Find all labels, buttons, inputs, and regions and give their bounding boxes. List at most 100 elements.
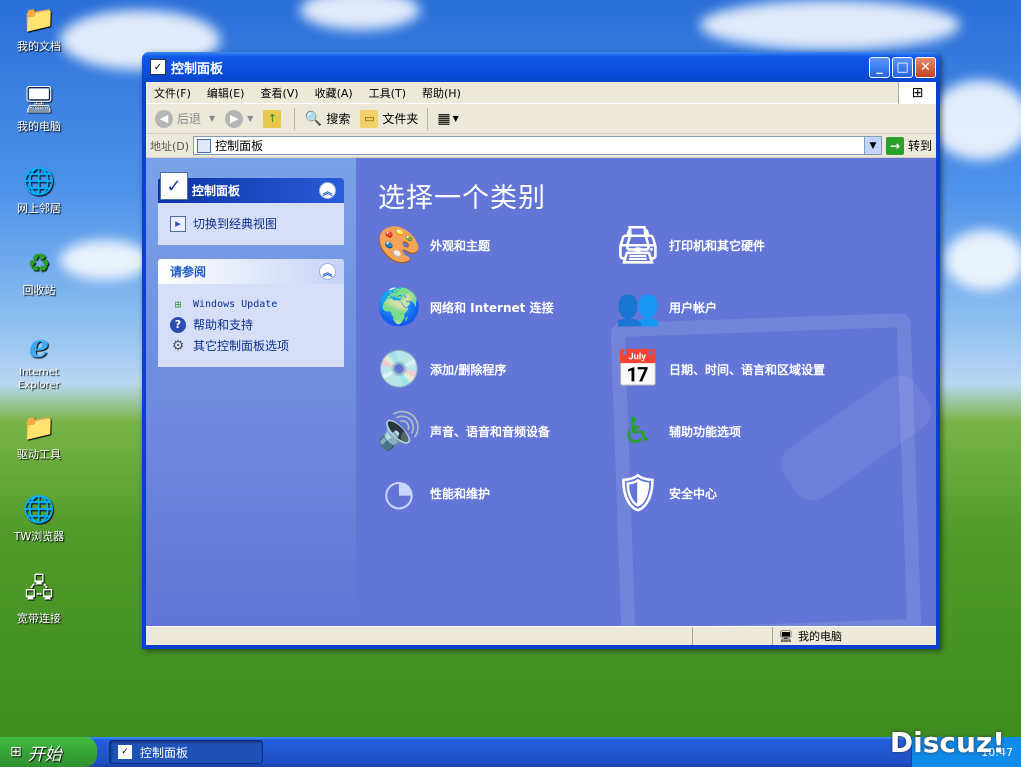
network-internet-icon: 🌍 (376, 287, 422, 328)
windows-update-icon: ⊞ (174, 297, 182, 311)
computer-icon: 🖥 (22, 85, 56, 115)
maximize-button[interactable]: □ (892, 56, 913, 78)
category-security-center[interactable]: 🛡 安全中心 (613, 468, 717, 518)
security-center-icon: 🛡 (615, 473, 661, 514)
menu-favorites[interactable]: 收藏(A) (307, 85, 361, 101)
control-panel-icon (197, 138, 212, 153)
see-also-header[interactable]: 请参阅 ︽ (158, 259, 344, 284)
status-location: 我的电脑 (797, 630, 842, 643)
folders-button[interactable]: ▭ 文件夹 (355, 107, 423, 131)
back-button[interactable]: ◀ 后退 ▼ (150, 107, 220, 131)
folder-documents-icon: 📁 (22, 5, 56, 35)
windows-logo-icon: ⊞ (10, 744, 22, 760)
category-label: 添加/删除程序 (430, 362, 507, 377)
category-label: 日期、时间、语言和区域设置 (669, 362, 826, 377)
desktop-icon-recycle-bin[interactable]: ♻ 回收站 (6, 248, 72, 297)
search-label: 搜索 (326, 112, 351, 126)
menu-file[interactable]: 文件(F) (146, 85, 199, 101)
toolbar: ◀ 后退 ▼ ▶ ▼ ↑ 🔍 搜索 ▭ 文件夹 ▦ ▼ (146, 104, 936, 134)
desktop-icon-my-computer[interactable]: 🖥 我的电脑 (6, 84, 72, 133)
windows-update-link[interactable]: ⊞ Windows Update (170, 296, 334, 312)
minimize-button[interactable]: _ (869, 56, 890, 78)
control-panel-window: ✓ 控制面板 _ □ ✕ 文件(F) 编辑(E) 查看(V) 收藏(A) 工具(… (142, 52, 940, 649)
go-button[interactable]: → 转到 (885, 136, 932, 155)
close-button[interactable]: ✕ (915, 56, 936, 78)
category-label: 网络和 Internet 连接 (430, 300, 554, 315)
taskbar-button-label: 控制面板 (140, 745, 189, 760)
title-bar[interactable]: ✓ 控制面板 _ □ ✕ (142, 52, 940, 82)
category-network-internet[interactable]: 🌍 网络和 Internet 连接 (374, 282, 554, 332)
menu-edit[interactable]: 编辑(E) (199, 85, 253, 101)
page-title: 选择一个类别 (378, 183, 546, 214)
category-performance-maintenance[interactable]: ◔ 性能和维护 (374, 468, 490, 518)
folder-icon: ▭ (360, 109, 379, 128)
start-label: 开始 (27, 744, 62, 765)
go-arrow-icon: → (885, 136, 904, 155)
collapse-icon[interactable]: ︽ (319, 182, 336, 199)
desktop-icon-broadband[interactable]: 🖧 宽带连接 (6, 574, 72, 625)
switch-classic-view-link[interactable]: ▸ 切换到经典视图 (170, 215, 334, 232)
taskbar-button-control-panel[interactable]: ✓ 控制面板 (109, 740, 263, 764)
up-folder-button[interactable]: ↑ (258, 107, 290, 131)
forward-arrow-icon: ▶ (225, 109, 244, 128)
views-button[interactable]: ▦ ▼ (432, 107, 463, 131)
control-panel-icon: ✓ (118, 745, 132, 759)
date-time-region-icon: 📅 (615, 349, 661, 390)
category-appearance-themes[interactable]: 🎨 外观和主题 (374, 220, 490, 270)
window-title: 控制面板 (171, 61, 224, 77)
category-add-remove-programs[interactable]: 💿 添加/删除程序 (374, 344, 507, 394)
desktop-icon-label: 我的文档 (17, 40, 61, 53)
status-bar: 🖥 我的电脑 (146, 626, 936, 645)
see-also-panel: 请参阅 ︽ ⊞ Windows Update ? 帮助和支持 ⚙ 其它控制面板选… (158, 259, 344, 367)
content-area: ✓ 控制面板 ︽ ▸ 切换到经典视图 请参阅 ︽ ⊞ Windows Updat… (146, 158, 936, 626)
category-date-time-region[interactable]: 📅 日期、时间、语言和区域设置 (613, 344, 825, 394)
category-label: 声音、语音和音频设备 (430, 424, 551, 439)
add-remove-programs-icon: 💿 (376, 349, 422, 390)
search-button[interactable]: 🔍 搜索 (299, 107, 355, 131)
forward-button[interactable]: ▶ ▼ (220, 107, 258, 131)
category-sound-audio[interactable]: 🔊 声音、语音和音频设备 (374, 406, 550, 456)
collapse-icon[interactable]: ︽ (319, 263, 336, 280)
category-accessibility[interactable]: ♿ 辅助功能选项 (613, 406, 741, 456)
category-label: 外观和主题 (430, 238, 491, 253)
other-options-label: 其它控制面板选项 (193, 339, 290, 353)
folders-label: 文件夹 (382, 112, 419, 126)
internet-explorer-icon: e (28, 327, 50, 365)
task-panel-header[interactable]: ✓ 控制面板 ︽ (158, 172, 344, 203)
desktop-icon-driver-tools[interactable]: 📁 驱动工具 (6, 412, 72, 461)
computer-icon: 🖥 (779, 629, 793, 643)
help-icon: ? (170, 316, 186, 333)
gear-icon: ⚙ (171, 337, 185, 354)
user-accounts-icon: 👥 (615, 287, 661, 328)
desktop-icon-internet-explorer[interactable]: e Internet Explorer (6, 327, 72, 392)
recycle-bin-icon: ♻ (27, 249, 51, 279)
help-support-link[interactable]: ? 帮助和支持 (170, 316, 334, 333)
switch-classic-view-label: 切换到经典视图 (193, 217, 278, 231)
menu-view[interactable]: 查看(V) (252, 85, 306, 101)
address-value: 控制面板 (215, 139, 264, 153)
sound-audio-icon: 🔊 (376, 411, 422, 452)
desktop-icon-label: 回收站 (22, 284, 56, 297)
menu-tools[interactable]: 工具(T) (361, 85, 414, 101)
start-button[interactable]: ⊞ 开始 (0, 737, 97, 767)
desktop-icon-label: 宽带连接 (17, 612, 61, 625)
address-input[interactable]: 控制面板 ▼ (193, 136, 882, 155)
category-printers-hardware[interactable]: 🖨 打印机和其它硬件 (613, 220, 765, 270)
back-arrow-icon: ◀ (155, 109, 173, 128)
switch-view-icon: ▸ (170, 215, 186, 232)
task-panel-title: 控制面板 (192, 184, 241, 198)
control-panel-icon: ✓ (150, 59, 166, 75)
discuz-watermark: Discuz! (889, 726, 1005, 759)
desktop-icon-tw-browser[interactable]: 🌐 TW浏览器 (6, 494, 72, 543)
control-panel-task-panel: ✓ 控制面板 ︽ ▸ 切换到经典视图 (158, 172, 344, 245)
chevron-down-icon: ▼ (452, 114, 459, 123)
desktop-icon-network[interactable]: 🌐 网上邻居 (6, 166, 72, 215)
address-dropdown-button[interactable]: ▼ (863, 137, 881, 154)
category-user-accounts[interactable]: 👥 用户帐户 (613, 282, 717, 332)
menu-help[interactable]: 帮助(H) (414, 85, 469, 101)
desktop-icon-label: 我的电脑 (17, 120, 61, 133)
desktop-icon-my-documents[interactable]: 📁 我的文档 (6, 4, 72, 53)
see-also-title: 请参阅 (170, 265, 207, 279)
other-options-link[interactable]: ⚙ 其它控制面板选项 (170, 337, 334, 354)
appearance-themes-icon: 🎨 (376, 225, 422, 266)
